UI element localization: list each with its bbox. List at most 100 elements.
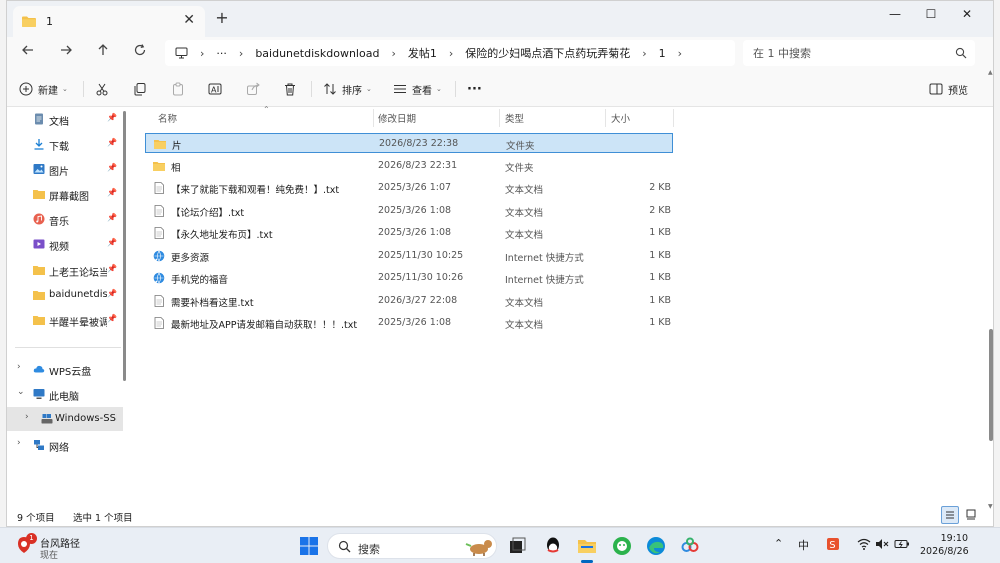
edge-browser-icon[interactable] (645, 535, 667, 557)
chevron-right-icon[interactable]: › (642, 47, 646, 60)
sidebar-item-this-pc[interactable]: ⌄ 此电脑 (7, 382, 123, 406)
column-header-type[interactable]: 类型 (505, 107, 524, 129)
sidebar-item-folder[interactable]: 半醒半晕被调 📌 (7, 308, 123, 332)
delete-button[interactable] (283, 80, 297, 98)
paste-button[interactable] (171, 80, 185, 98)
wifi-icon[interactable] (857, 537, 871, 551)
file-row[interactable]: 最新地址及APP请发邮箱自动获取！！！.txt 2025/3/26 1:08 文本文… (145, 313, 673, 333)
battery-icon[interactable] (894, 537, 910, 551)
file-row[interactable]: 相 2026/8/23 22:31 文件夹 (145, 156, 673, 176)
column-divider[interactable] (499, 109, 500, 127)
sidebar-item-network[interactable]: › 网络 (7, 433, 123, 457)
cut-button[interactable] (95, 80, 109, 98)
file-row[interactable]: 需要补档看这里.txt 2026/3/27 22:08 文本文档 1 KB (145, 291, 673, 311)
chevron-up-icon[interactable]: ⌃ (774, 537, 783, 550)
column-divider[interactable] (605, 109, 606, 127)
file-modified-date: 2026/3/27 22:08 (378, 294, 458, 306)
breadcrumb-segment[interactable]: 发帖1 (408, 45, 437, 61)
sidebar-item-music[interactable]: 音乐 📌 (7, 207, 123, 231)
breadcrumb-segment[interactable]: 保险的少妇喝点酒下点药玩弄菊花 (465, 45, 630, 61)
system-clock[interactable]: 19:10 2026/8/26 (920, 532, 969, 558)
tab-close-icon[interactable]: ✕ (183, 13, 195, 27)
file-row[interactable]: 【永久地址发布页】.txt 2025/3/26 1:08 文本文档 1 KB (145, 223, 673, 243)
refresh-icon[interactable] (129, 43, 151, 63)
column-header-size[interactable]: 大小 (611, 107, 630, 129)
sidebar-item-folder[interactable]: baidunetdisk 📌 (7, 283, 123, 307)
clock-date: 2026/8/26 (920, 546, 969, 557)
column-header-date[interactable]: 修改日期 (378, 107, 416, 129)
sidebar-item-videos[interactable]: 视频 📌 (7, 232, 123, 256)
breadcrumb-segment[interactable]: 1 (659, 47, 666, 60)
file-row[interactable]: 【论坛介绍】.txt 2025/3/26 1:08 文本文档 2 KB (145, 201, 673, 221)
file-name: 【论坛介绍】.txt (171, 207, 245, 219)
sidebar-item-label: baidunetdisk (49, 289, 107, 300)
address-bar[interactable]: › ··· › baidunetdiskdownload › 发帖1 › 保险的… (165, 40, 735, 66)
share-button[interactable] (246, 80, 260, 98)
column-header-name[interactable]: 名称 (158, 107, 177, 129)
tiles-view-button[interactable] (963, 506, 981, 524)
breadcrumb-more[interactable]: ··· (216, 47, 227, 60)
chevron-right-icon[interactable]: › (449, 47, 453, 60)
forward-icon[interactable] (55, 43, 77, 63)
file-row[interactable]: 更多资源 2025/11/30 10:25 Internet 快捷方式 1 KB (145, 246, 673, 266)
up-icon[interactable] (92, 43, 114, 63)
breadcrumb-segment[interactable]: baidunetdiskdownload (255, 47, 379, 60)
sidebar-item-pictures[interactable]: 图片 📌 (7, 157, 123, 181)
back-icon[interactable] (17, 43, 39, 63)
tab-current[interactable]: 1 ✕ (13, 6, 205, 37)
chevron-right-icon[interactable]: › (17, 438, 21, 448)
file-list-scrollbar[interactable]: ▲ ▼ (988, 69, 993, 511)
sort-button[interactable]: 排序 ⌄ (323, 80, 372, 98)
preview-button[interactable]: 预览 (929, 80, 968, 98)
chevron-right-icon[interactable]: › (678, 47, 682, 60)
sidebar-item-wps-cloud[interactable]: › WPS云盘 (7, 357, 123, 381)
volume-muted-icon[interactable] (875, 537, 889, 551)
search-input[interactable]: 在 1 中搜索 (743, 40, 975, 66)
copy-button[interactable] (133, 80, 147, 98)
windows-start-icon[interactable] (298, 535, 320, 557)
minimize-button[interactable]: — (877, 4, 913, 24)
folder-icon (33, 291, 45, 300)
file-explorer-icon[interactable] (576, 535, 598, 557)
wechat-icon[interactable] (611, 535, 633, 557)
new-button-label: 新建 (38, 85, 58, 97)
rename-button[interactable]: A (208, 80, 222, 98)
baidu-netdisk-icon[interactable] (679, 535, 701, 557)
folder-icon (154, 140, 166, 149)
navigation-pane: 文档 📌 下载 📌 图片 📌 屏幕截图 📌 音乐 📌 视频 📌 上老王论坛当 📌… (7, 107, 127, 502)
pin-icon: 📌 (107, 163, 117, 172)
divider (83, 81, 84, 97)
new-tab-button[interactable]: + (212, 9, 232, 27)
column-divider[interactable] (673, 109, 674, 127)
chevron-right-icon[interactable]: › (391, 47, 395, 60)
file-size: 2 KB (649, 204, 671, 216)
search-icon (955, 47, 967, 59)
sidebar-item-screenshots[interactable]: 屏幕截图 📌 (7, 182, 123, 206)
sidebar-item-documents[interactable]: 文档 📌 (7, 107, 123, 131)
chevron-right-icon[interactable]: › (17, 362, 21, 372)
navigation-scrollbar[interactable] (123, 111, 126, 381)
more-options-button[interactable]: ··· (467, 80, 482, 98)
chevron-down-icon[interactable]: ⌄ (17, 387, 25, 397)
details-view-button[interactable] (941, 506, 959, 524)
sidebar-item-folder[interactable]: 上老王论坛当 📌 (7, 258, 123, 282)
ime-indicator[interactable]: 中 (798, 537, 809, 553)
sidebar-item-downloads[interactable]: 下载 📌 (7, 132, 123, 156)
scroll-up-icon[interactable]: ▲ (988, 69, 993, 76)
scrollbar-thumb[interactable] (989, 329, 993, 441)
new-button[interactable]: 新建 ⌄ (19, 80, 68, 98)
view-button[interactable]: 查看 ⌄ (393, 80, 442, 98)
maximize-button[interactable]: ☐ (913, 4, 949, 24)
column-divider[interactable] (373, 109, 374, 127)
file-row[interactable]: 【来了就能下载和观看！纯免费！】.txt 2025/3/26 1:07 文本文档 2 … (145, 178, 673, 198)
close-window-button[interactable]: ✕ (949, 4, 985, 24)
file-row[interactable]: 手机党的福音 2025/11/30 10:26 Internet 快捷方式 1 KB (145, 268, 673, 288)
sidebar-item-windows-ssd[interactable]: › Windows-SSD (7, 407, 123, 431)
taskbar-search-input[interactable]: 搜索 (327, 533, 497, 559)
pin-icon: 📌 (107, 188, 117, 197)
chevron-right-icon[interactable]: › (25, 412, 29, 422)
sogou-input-icon[interactable]: S (826, 537, 840, 551)
qq-icon[interactable] (542, 535, 564, 557)
task-view-icon[interactable] (506, 535, 528, 557)
file-row[interactable]: 片 2026/8/23 22:38 文件夹 (145, 133, 673, 153)
